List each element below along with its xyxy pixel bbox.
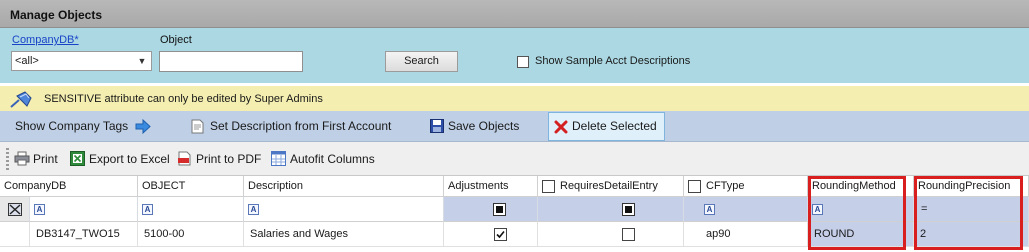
text-filter-icon[interactable]: A [704, 204, 715, 215]
text-filter-icon[interactable]: A [34, 204, 45, 215]
show-company-tags-button[interactable]: Show Company Tags [15, 111, 155, 142]
objects-grid: CompanyDB OBJECT Description Adjustments… [0, 176, 1029, 252]
filter-description[interactable]: A [244, 197, 444, 222]
text-filter-icon[interactable]: A [142, 204, 153, 215]
filter-companydb[interactable]: A [30, 197, 138, 222]
adjustments-checkbox[interactable] [494, 228, 507, 241]
company-db-link[interactable]: CompanyDB* [12, 34, 79, 46]
pdf-icon [178, 151, 191, 166]
cell-adjustments[interactable] [444, 222, 538, 247]
highlight-roundingmethod [808, 176, 906, 250]
document-icon [191, 119, 204, 134]
window-title: Manage Objects [10, 8, 103, 22]
column-header-cftype[interactable]: CFType [684, 176, 808, 197]
requires-detail-checkbox[interactable] [622, 228, 635, 241]
company-db-select[interactable]: <all> ▼ [11, 51, 152, 71]
arrow-right-icon [135, 119, 151, 134]
export-excel-label: Export to Excel [89, 152, 170, 166]
autofit-columns-label: Autofit Columns [290, 152, 375, 166]
toolbar-grip[interactable] [6, 148, 9, 170]
filter-cftype[interactable]: A [684, 197, 808, 222]
column-header-adjustments[interactable]: Adjustments [444, 176, 538, 197]
company-db-value: <all> [15, 55, 39, 67]
text-filter-icon[interactable]: A [248, 204, 259, 215]
action-bar: Show Company Tags Set Description from F… [0, 111, 1029, 142]
title-bar: Manage Objects [0, 0, 1029, 28]
column-header-object[interactable]: OBJECT [138, 176, 244, 197]
clear-filter-icon[interactable] [8, 203, 22, 216]
object-input[interactable] [159, 51, 303, 72]
chevron-down-icon[interactable]: ▼ [136, 52, 148, 70]
show-company-tags-label: Show Company Tags [15, 119, 129, 133]
set-description-button[interactable]: Set Description from First Account [190, 111, 400, 142]
highlight-roundingprecision [914, 176, 1023, 250]
delete-selected-label: Delete Selected [572, 119, 657, 133]
column-header-companydb[interactable]: CompanyDB [0, 176, 138, 197]
printer-icon [14, 151, 30, 166]
print-label: Print [33, 152, 58, 166]
save-objects-label: Save Objects [448, 119, 520, 133]
excel-icon [70, 151, 85, 166]
filter-object[interactable]: A [138, 197, 244, 222]
cell-cftype[interactable]: ap90 [684, 222, 808, 247]
set-description-label: Set Description from First Account [210, 119, 392, 133]
filter-requiresdetailentry[interactable] [538, 197, 684, 222]
delete-selected-button[interactable]: Delete Selected [548, 112, 665, 141]
cell-description[interactable]: Salaries and Wages [244, 222, 444, 247]
checkbox-filter-icon[interactable] [622, 203, 635, 216]
grid-toolbar: Print Export to Excel Print to PDF Autof… [0, 142, 1029, 176]
object-label: Object [160, 34, 192, 46]
filter-adjustments[interactable] [444, 197, 538, 222]
select-all-checkbox[interactable] [542, 180, 555, 193]
print-pdf-label: Print to PDF [196, 152, 262, 166]
sample-descriptions-checkbox[interactable] [517, 56, 529, 68]
floppy-disk-icon [430, 119, 444, 133]
search-button[interactable]: Search [385, 51, 458, 72]
clear-filter-cell[interactable] [0, 197, 30, 222]
notice-text: SENSITIVE attribute can only be edited b… [44, 93, 323, 105]
cell-requiresdetailentry[interactable] [538, 222, 684, 247]
cell-object[interactable]: 5100-00 [138, 222, 244, 247]
pushpin-icon [8, 89, 34, 112]
row-selector[interactable] [0, 222, 30, 247]
column-header-description[interactable]: Description [244, 176, 444, 197]
table-icon [271, 151, 286, 166]
red-x-icon [554, 120, 568, 134]
checkbox-filter-icon[interactable] [493, 203, 506, 216]
filter-panel: CompanyDB* Object <all> ▼ Search Show Sa… [0, 28, 1029, 83]
sample-descriptions-label: Show Sample Acct Descriptions [535, 55, 691, 67]
select-all-checkbox[interactable] [688, 180, 701, 193]
column-header-requiresdetailentry[interactable]: RequiresDetailEntry [538, 176, 684, 197]
notice-bar: SENSITIVE attribute can only be edited b… [0, 86, 1029, 111]
save-objects-button[interactable]: Save Objects [430, 111, 530, 142]
cell-companydb[interactable]: DB3147_TWO15 [30, 222, 138, 247]
